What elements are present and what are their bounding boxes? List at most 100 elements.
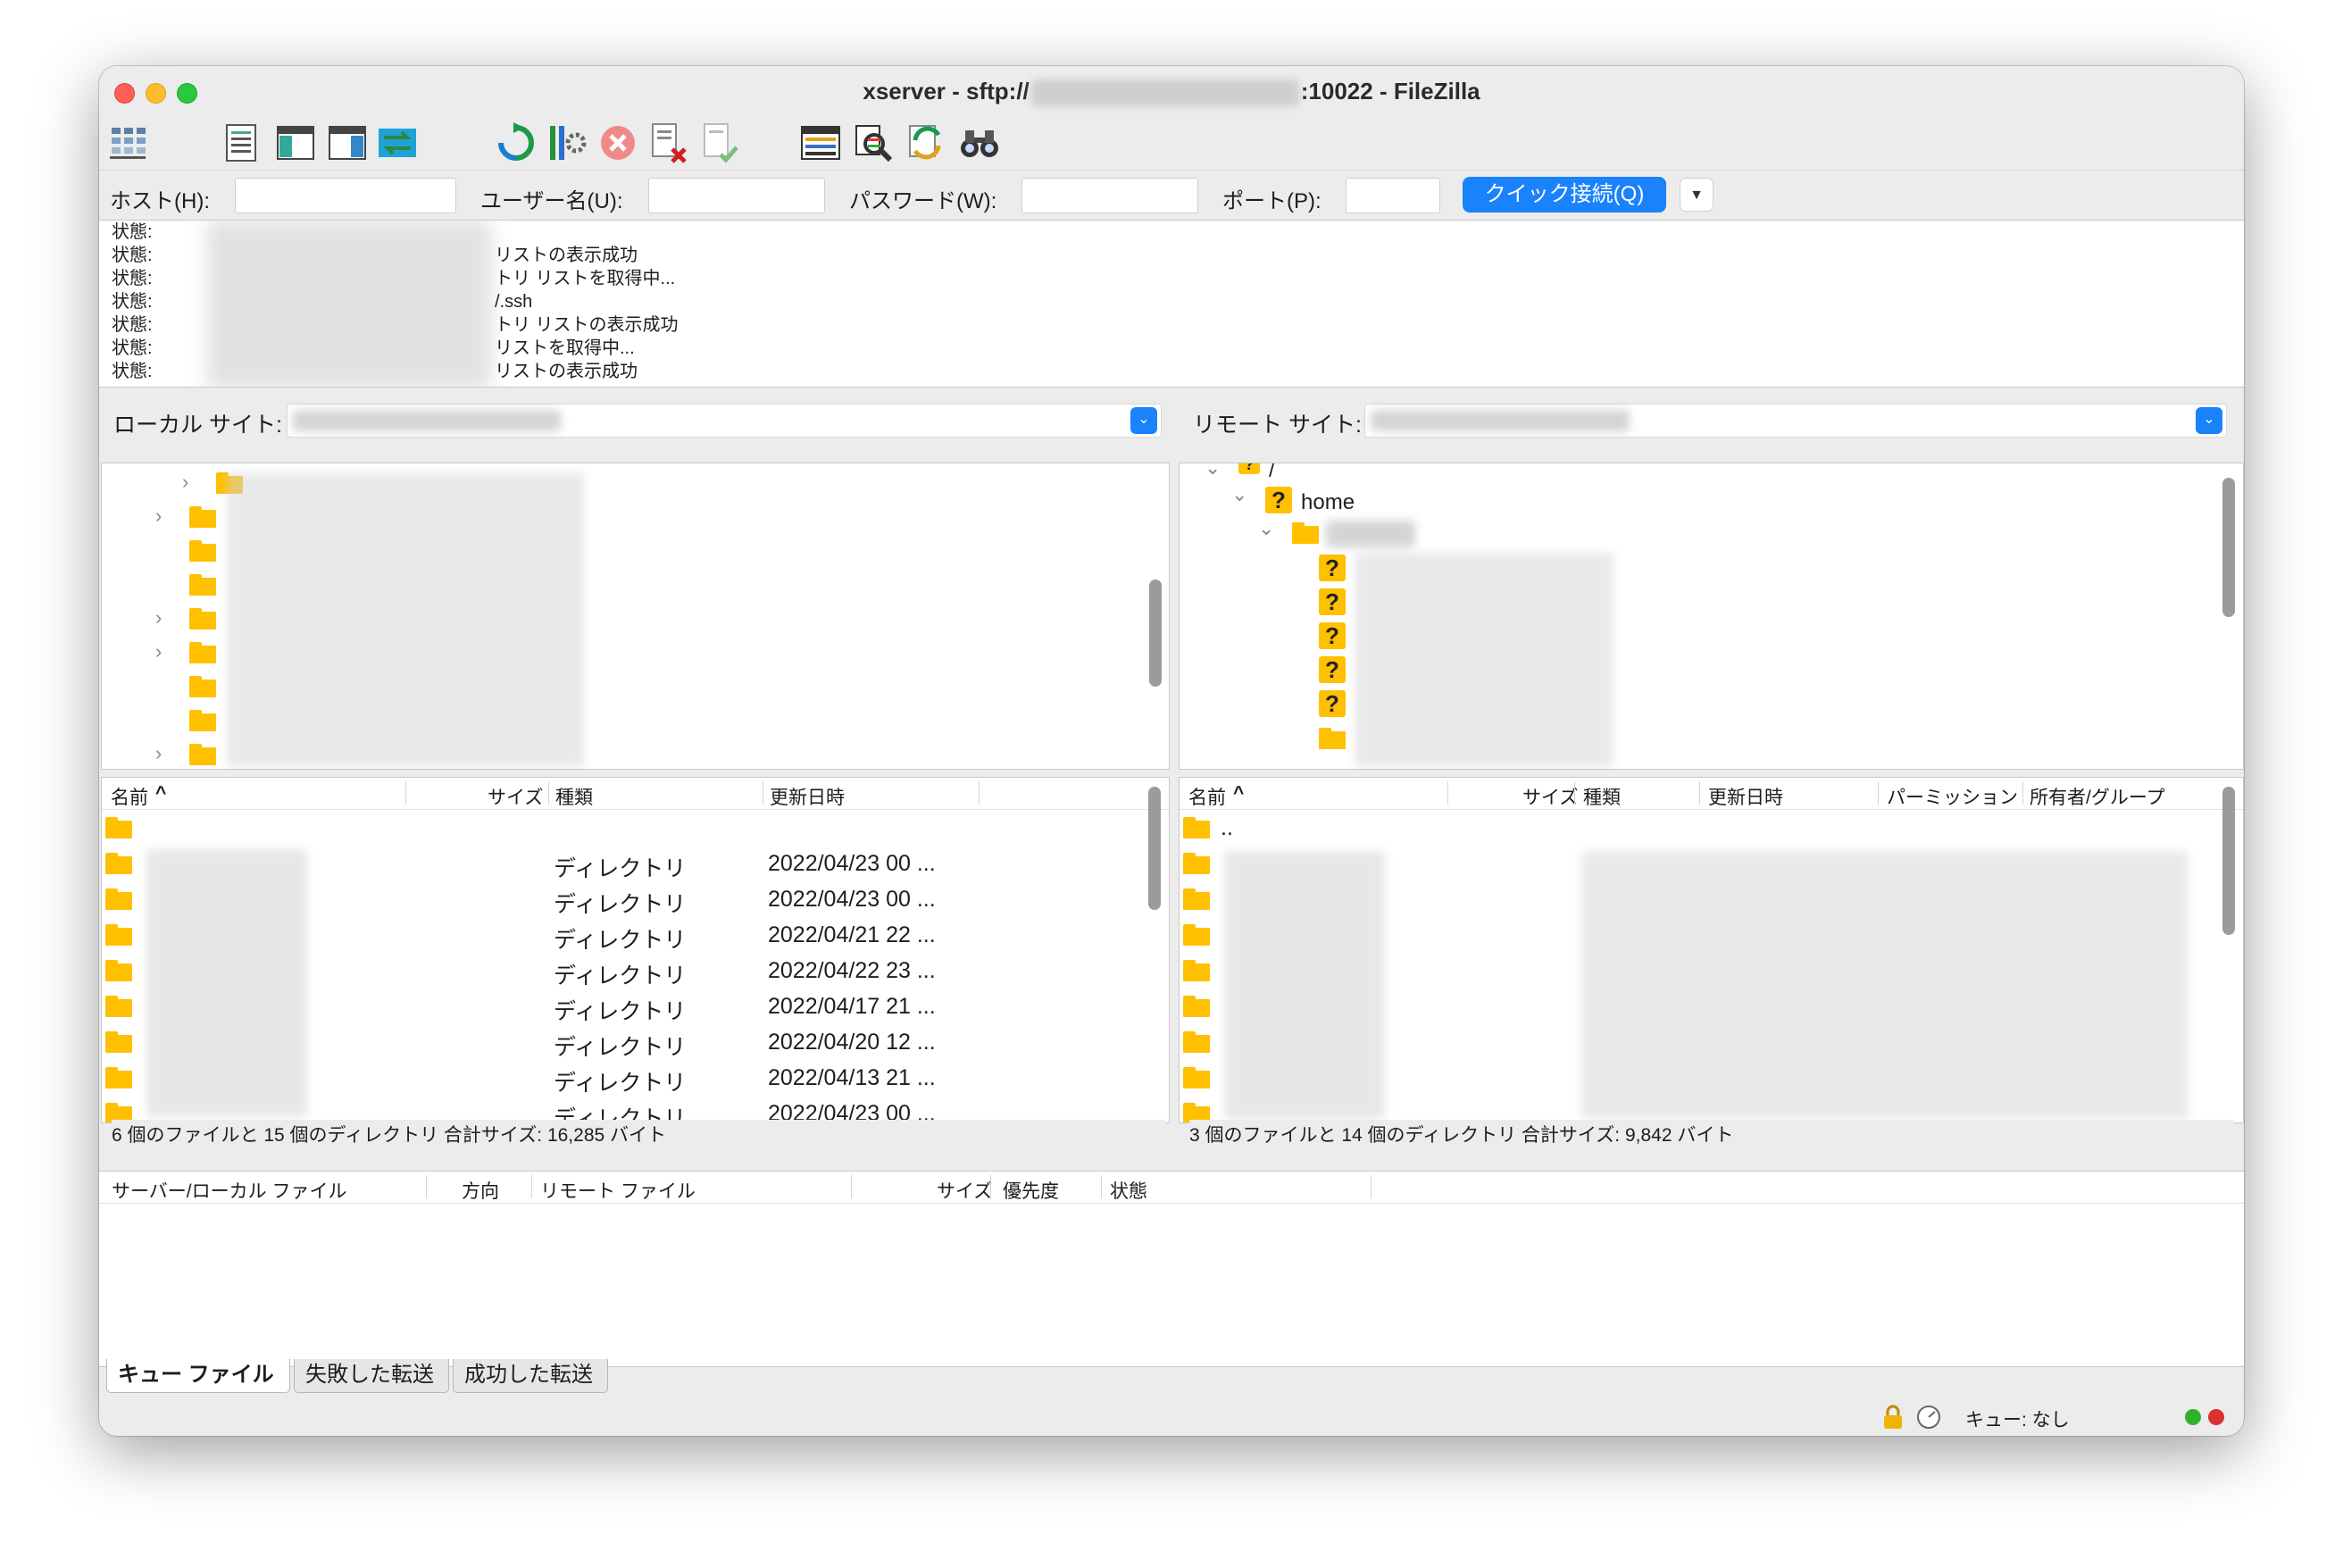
local-list-header: 名前 ^ サイズ 種類 更新日時 (102, 778, 1169, 810)
row-type: ディレクトリ (554, 856, 687, 881)
port-input[interactable] (1346, 178, 1440, 213)
zoom-window-button[interactable] (177, 83, 197, 104)
log-message: /.ssh (495, 292, 533, 312)
chevron-down-icon[interactable]: ⌄ (1258, 517, 1274, 540)
redacted-log-text (206, 221, 492, 387)
folder-icon (1183, 888, 1210, 910)
col-type[interactable]: 種類 (1583, 783, 1621, 810)
quickconnect-history-dropdown[interactable]: ▼ (1680, 178, 1713, 212)
local-site-path-combo[interactable]: ⌄ (287, 404, 1162, 438)
local-list-scrollbar[interactable] (1148, 787, 1161, 910)
log-message: リストの表示成功 (495, 246, 638, 265)
directory-listing-filter-icon[interactable] (799, 121, 842, 164)
message-log-icon[interactable] (220, 121, 263, 164)
local-tree-icon[interactable] (274, 121, 317, 164)
password-label: パスワード(W): (849, 189, 997, 213)
speed-limit-icon[interactable] (1915, 1404, 1942, 1436)
chevron-down-icon[interactable]: ⌄ (1130, 407, 1157, 434)
remote-site-bar: リモート サイト: ⌄ (1179, 393, 2244, 446)
transfer-queue-icon[interactable] (376, 121, 419, 164)
transfer-queue[interactable]: サーバー/ローカル ファイル 方向 リモート ファイル サイズ 優先度 状態 (99, 1171, 2244, 1367)
host-input[interactable] (235, 178, 456, 213)
col-modified[interactable]: 更新日時 (770, 783, 845, 810)
remote-directory-tree[interactable]: ⌄ ? / ⌄ ? home ⌄ ? ? ? ? ? (1179, 463, 2244, 770)
dir-compare-icon[interactable] (852, 121, 895, 164)
quickconnect-button[interactable]: クイック接続(Q) (1463, 177, 1666, 213)
chevron-right-icon[interactable]: › (155, 505, 162, 528)
tab-queued-files[interactable]: キュー ファイル (106, 1359, 290, 1393)
col-size[interactable]: サイズ (1522, 783, 1578, 810)
folder-icon (189, 506, 216, 528)
remote-tree-scrollbar[interactable] (2222, 478, 2235, 617)
col-priority[interactable]: 優先度 (1003, 1177, 1059, 1204)
remote-site-path-combo[interactable]: ⌄ (1364, 404, 2227, 438)
parent-directory-row[interactable]: .. (1180, 810, 2243, 846)
remote-list-scrollbar[interactable] (2222, 787, 2235, 935)
col-size[interactable]: サイズ (937, 1177, 992, 1204)
col-type[interactable]: 種類 (555, 783, 593, 810)
row-date: 2022/04/17 21 ... (768, 994, 936, 1019)
password-input[interactable] (1021, 178, 1198, 213)
col-remote-file[interactable]: リモート ファイル (540, 1177, 696, 1204)
remote-tree-icon[interactable] (326, 121, 369, 164)
chevron-right-icon[interactable]: › (155, 640, 162, 663)
unknown-folder-icon: ? (1319, 656, 1346, 683)
col-name[interactable]: 名前 (1188, 783, 1226, 810)
redacted-remote-path (1371, 410, 1630, 431)
process-queue-icon[interactable] (546, 121, 588, 164)
chevron-right-icon[interactable]: › (155, 606, 162, 630)
chevron-down-icon[interactable]: ⌄ (1205, 463, 1221, 480)
username-input[interactable] (648, 178, 825, 213)
lock-icon (1880, 1404, 1906, 1436)
folder-icon (105, 996, 132, 1017)
sort-ascending-icon[interactable]: ^ (1233, 783, 1244, 805)
folder-icon (105, 1067, 132, 1088)
log-label: 状態: (112, 269, 153, 288)
log-label: 状態: (112, 338, 153, 358)
queue-status-text: キュー: なし (1965, 1410, 2070, 1430)
unknown-folder-icon: ? (1319, 555, 1346, 581)
local-tree-scrollbar[interactable] (1149, 580, 1162, 687)
col-server-local-file[interactable]: サーバー/ローカル ファイル (112, 1177, 346, 1204)
sort-ascending-icon[interactable]: ^ (155, 783, 166, 805)
col-name[interactable]: 名前 (111, 783, 148, 810)
folder-icon (189, 608, 216, 630)
col-owner-group[interactable]: 所有者/グループ (2030, 783, 2165, 810)
reconnect-icon[interactable] (699, 121, 742, 164)
minimize-window-button[interactable] (146, 83, 166, 104)
chevron-down-icon[interactable]: ⌄ (1231, 483, 1247, 506)
disconnect-icon[interactable] (647, 121, 690, 164)
col-size[interactable]: サイズ (488, 783, 543, 810)
folder-icon (105, 888, 132, 910)
cancel-icon[interactable] (596, 121, 639, 164)
log-message: トリ リストを取得中... (495, 269, 676, 288)
site-manager-icon[interactable] (106, 121, 149, 164)
username-label: ユーザー名(U): (480, 189, 623, 213)
redacted-user-folder (1326, 521, 1415, 547)
refresh-icon[interactable] (495, 121, 538, 164)
chevron-right-icon[interactable]: › (182, 471, 188, 494)
local-file-list[interactable]: 名前 ^ サイズ 種類 更新日時 ディレクトリ 2022/04/23 00 ...… (101, 777, 1170, 1123)
col-modified[interactable]: 更新日時 (1708, 783, 1783, 810)
list-item[interactable] (102, 810, 1169, 846)
folder-icon (105, 1031, 132, 1053)
log-message: リストの表示成功 (495, 362, 638, 381)
local-site-label: ローカル サイト: (113, 413, 282, 438)
chevron-right-icon[interactable]: › (155, 742, 162, 765)
col-direction[interactable]: 方向 (462, 1177, 499, 1204)
tab-failed-transfers[interactable]: 失敗した転送 (294, 1359, 449, 1393)
remote-file-list[interactable]: 名前 ^ サイズ 種類 更新日時 パーミッション 所有者/グループ .. (1179, 777, 2244, 1123)
chevron-down-icon[interactable]: ⌄ (2196, 407, 2222, 434)
folder-icon (1183, 817, 1210, 838)
host-label: ホスト(H): (110, 189, 210, 213)
tab-successful-transfers[interactable]: 成功した転送 (453, 1359, 608, 1393)
sync-browse-icon[interactable] (905, 121, 948, 164)
col-status[interactable]: 状態 (1110, 1177, 1147, 1204)
close-window-button[interactable] (114, 83, 135, 104)
local-directory-tree[interactable]: › › › › › (101, 463, 1170, 770)
folder-icon (189, 744, 216, 765)
folder-icon (1183, 960, 1210, 981)
message-log[interactable]: 状態: 状態: リストの表示成功 状態: トリ リストを取得中... 状態: /… (99, 220, 2244, 388)
col-permissions[interactable]: パーミッション (1887, 783, 2018, 810)
search-icon[interactable] (958, 121, 1001, 164)
